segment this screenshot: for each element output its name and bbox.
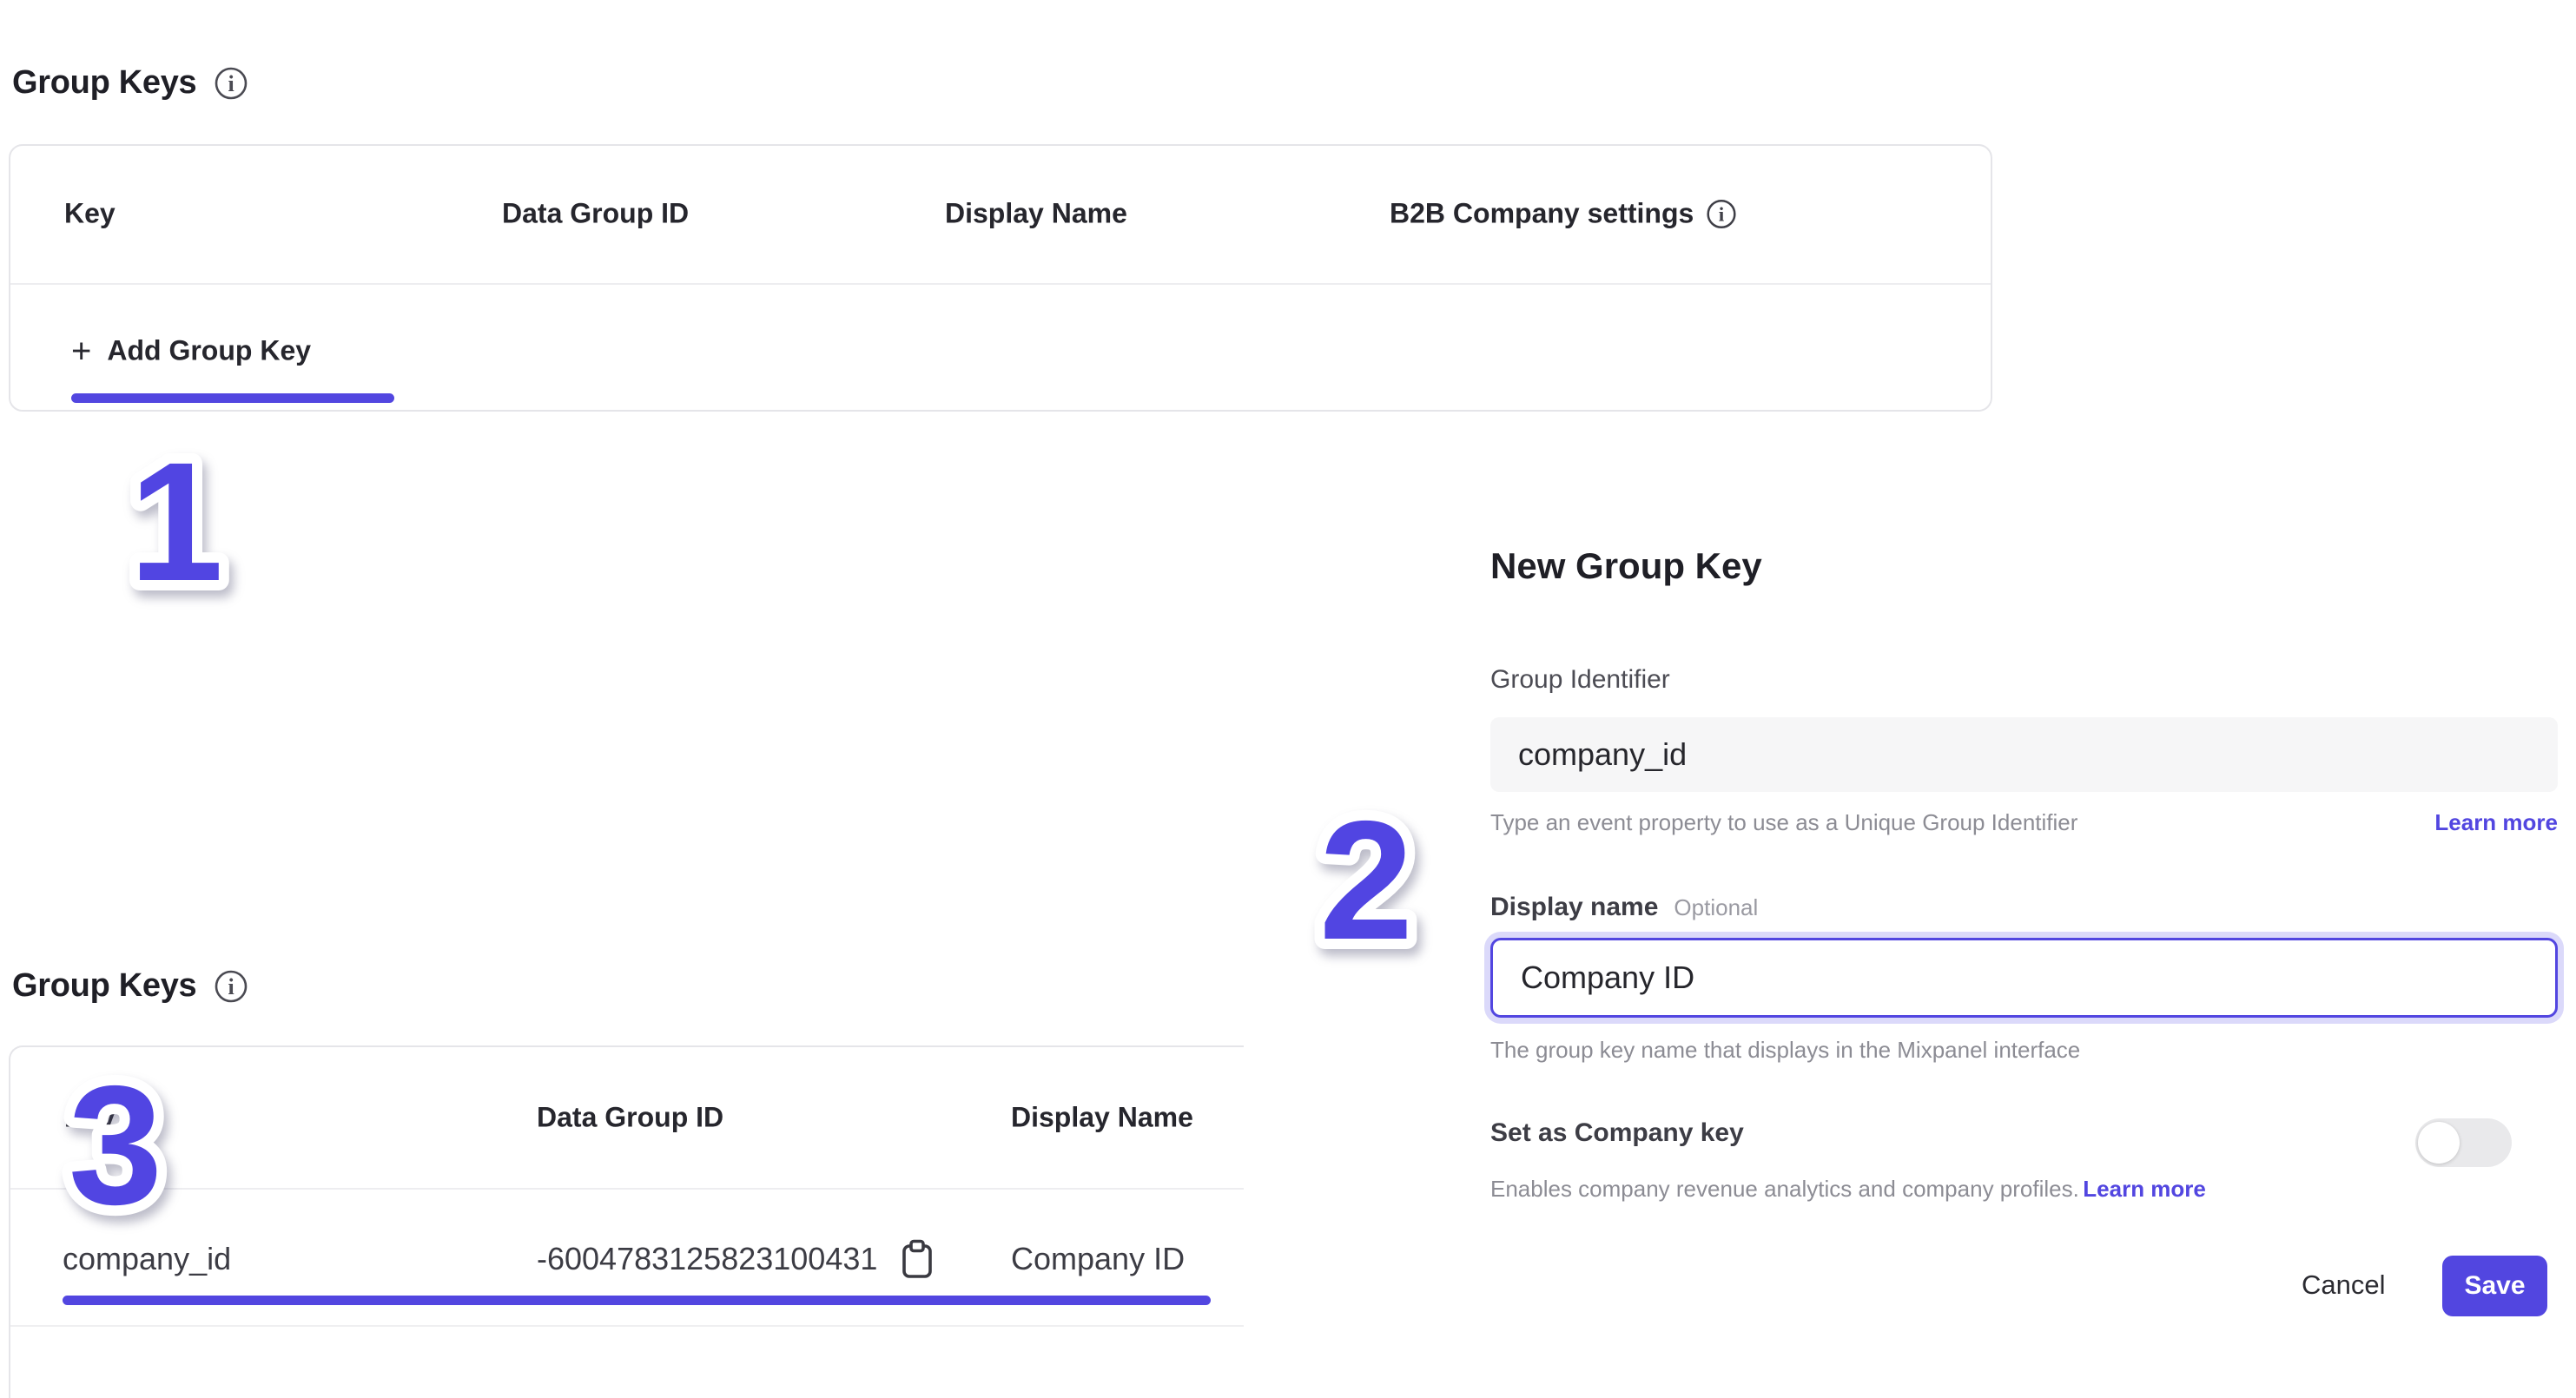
- copy-icon[interactable]: [900, 1238, 935, 1280]
- group-identifier-input[interactable]: [1490, 717, 2558, 792]
- group-identifier-helper-text: Type an event property to use as a Uniqu…: [1490, 809, 2077, 836]
- column-header-display-name: Display Name: [945, 198, 1127, 230]
- column-header-key: Key: [64, 198, 116, 230]
- group-keys-heading-bottom: Group Keys i: [12, 967, 248, 1005]
- table-cell-display-name: Company ID: [1011, 1241, 1185, 1277]
- group-keys-table-top: Key Data Group ID Display Name B2B Compa…: [9, 144, 1992, 412]
- company-key-helper-row: Enables company revenue analytics and co…: [1490, 1176, 2206, 1203]
- save-button[interactable]: Save: [2442, 1256, 2547, 1316]
- group-keys-heading-top: Group Keys i: [12, 64, 248, 102]
- svg-text:i: i: [228, 974, 234, 999]
- info-icon[interactable]: i: [1706, 198, 1737, 229]
- annotation-underline-add-group-key: [71, 393, 394, 403]
- display-name-helper-row: The group key name that displays in the …: [1490, 1037, 2558, 1064]
- display-name-helper-text: The group key name that displays in the …: [1490, 1037, 2080, 1064]
- company-key-label: Set as Company key: [1490, 1118, 1744, 1148]
- page-title: Group Keys: [12, 64, 196, 102]
- display-name-label: Display name: [1490, 893, 1658, 922]
- column-header-b2b-company-settings: B2B Company settings i: [1390, 198, 1737, 230]
- learn-more-link[interactable]: Learn more: [2083, 1176, 2206, 1202]
- company-key-helper-text: Enables company revenue analytics and co…: [1490, 1176, 2079, 1202]
- form-title: New Group Key: [1490, 545, 1762, 587]
- annotation-underline-table-row: [63, 1296, 1211, 1305]
- info-icon[interactable]: i: [214, 969, 248, 1004]
- column-header-data-group-id: Data Group ID: [537, 1102, 723, 1134]
- step-3-badge: 3: [33, 1049, 198, 1249]
- svg-text:1: 1: [129, 427, 223, 617]
- group-identifier-helper-row: Type an event property to use as a Uniqu…: [1490, 809, 2558, 836]
- cancel-button[interactable]: Cancel: [2302, 1269, 2386, 1301]
- learn-more-link[interactable]: Learn more: [2434, 809, 2558, 836]
- step-2-badge: 2: [1284, 784, 1449, 984]
- company-key-toggle[interactable]: [2415, 1118, 2512, 1167]
- column-header-data-group-id: Data Group ID: [502, 198, 689, 230]
- group-keys-settings-tutorial: Group Keys i Key Data Group ID Display N…: [0, 0, 2576, 1398]
- svg-text:2: 2: [1319, 786, 1413, 975]
- info-icon[interactable]: i: [214, 66, 248, 101]
- table-header-divider: [10, 283, 1991, 285]
- table-cell-data-group-id: -6004783125823100431: [537, 1238, 935, 1280]
- group-identifier-label: Group Identifier: [1490, 665, 1670, 695]
- svg-text:i: i: [1719, 203, 1725, 226]
- display-name-input[interactable]: [1490, 938, 2558, 1018]
- page-title: Group Keys: [12, 967, 196, 1005]
- add-group-key-button[interactable]: + Add Group Key: [71, 335, 311, 367]
- column-header-display-name: Display Name: [1011, 1102, 1193, 1134]
- svg-text:i: i: [228, 71, 234, 96]
- step-1-badge: 1: [94, 425, 259, 625]
- svg-text:3: 3: [69, 1051, 162, 1240]
- display-name-label-row: Display name Optional: [1490, 893, 1758, 922]
- table-row-divider: [10, 1325, 1244, 1327]
- toggle-knob: [2418, 1122, 2460, 1164]
- optional-tag: Optional: [1674, 894, 1758, 921]
